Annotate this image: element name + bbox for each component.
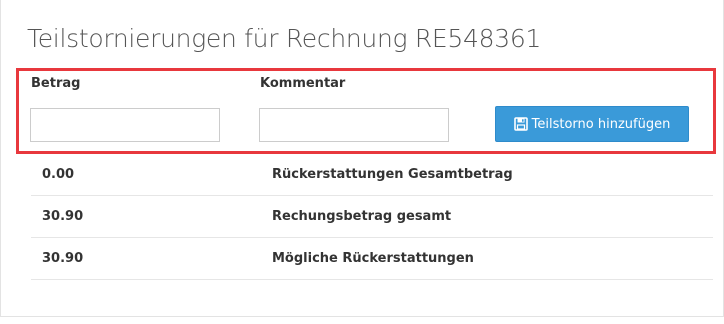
possible-refunds-label: Mögliche Rückerstattungen — [272, 251, 474, 266]
summary-row-invoice-total: 30.90 Rechungsbetrag gesamt — [31, 196, 713, 238]
total-refunds-label: Rückerstattungen Gesamtbetrag — [272, 167, 513, 182]
amount-input[interactable] — [30, 108, 220, 142]
partial-cancellation-panel: Teilstornierungen für Rechnung RE548361 … — [0, 0, 724, 317]
summary-row-possible-refunds: 30.90 Mögliche Rückerstattungen — [31, 238, 713, 280]
comment-input[interactable] — [259, 108, 449, 142]
save-icon — [513, 117, 528, 131]
possible-refunds-value: 30.90 — [42, 251, 84, 266]
amount-column-header: Betrag — [31, 76, 81, 91]
comment-column-header: Kommentar — [260, 76, 346, 91]
page-title: Teilstornierungen für Rechnung RE548361 — [27, 24, 542, 53]
invoice-total-label: Rechungsbetrag gesamt — [272, 209, 452, 224]
invoice-total-value: 30.90 — [42, 209, 84, 224]
add-button-label: Teilstorno hinzufügen — [531, 116, 671, 132]
add-partial-cancellation-button[interactable]: Teilstorno hinzufügen — [495, 106, 689, 142]
total-refunds-value: 0.00 — [42, 167, 75, 182]
summary-row-total-refunds: 0.00 Rückerstattungen Gesamtbetrag — [31, 154, 713, 196]
